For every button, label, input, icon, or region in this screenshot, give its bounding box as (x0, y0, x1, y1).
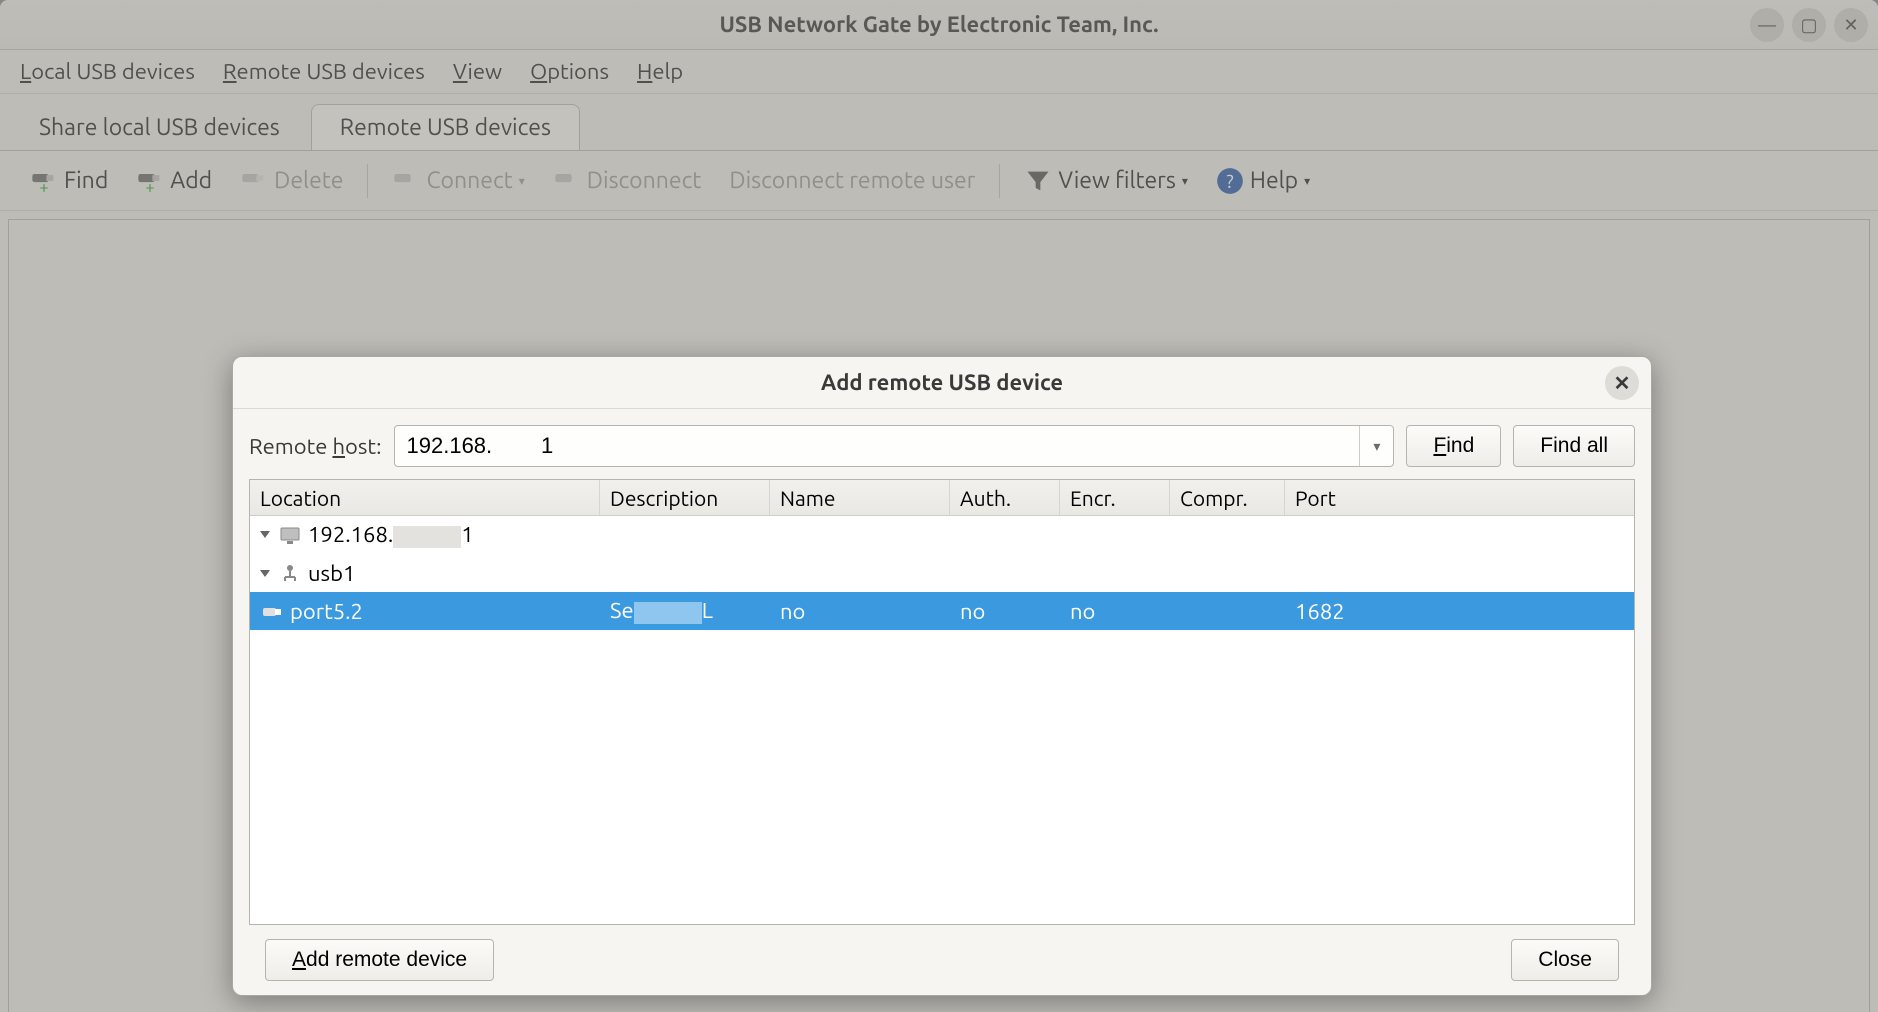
add-remote-device-button[interactable]: Add remote device (265, 939, 494, 981)
bus-label: usb1 (308, 561, 355, 586)
usb-device-icon (260, 600, 284, 622)
tree-body: 192.168.1 usb1 port5.2 SeL (250, 516, 1634, 924)
find-button[interactable]: Find (1406, 425, 1501, 467)
dialog-close-button[interactable]: ✕ (1605, 366, 1639, 400)
redacted (634, 602, 702, 624)
tree-bus-row[interactable]: usb1 (250, 554, 1634, 592)
tree-device-row[interactable]: port5.2 SeL no no no 1682 (250, 592, 1634, 630)
expander-icon[interactable] (260, 531, 270, 538)
dialog-title: Add remote USB device (821, 370, 1063, 395)
device-tree: Location Description Name Auth. Encr. Co… (249, 479, 1635, 925)
col-auth[interactable]: Auth. (950, 480, 1060, 515)
remote-host-label: Remote host: (249, 434, 382, 459)
redacted (393, 526, 461, 548)
dialog-footer: Add remote device Close (249, 925, 1635, 995)
device-auth: no (950, 599, 1060, 624)
col-name[interactable]: Name (770, 480, 950, 515)
col-location[interactable]: Location (250, 480, 600, 515)
col-description[interactable]: Description (600, 480, 770, 515)
device-port: 1682 (1285, 599, 1634, 624)
expander-icon[interactable] (260, 570, 270, 577)
dialog-body: Remote host: ▾ Find Find all Location De… (233, 409, 1651, 995)
usb-hub-icon (278, 562, 302, 584)
device-location: port5.2 (290, 599, 363, 624)
dialog-titlebar: Add remote USB device ✕ (233, 357, 1651, 409)
tree-host-row[interactable]: 192.168.1 (250, 516, 1634, 554)
col-encr[interactable]: Encr. (1060, 480, 1170, 515)
device-name: no (770, 599, 950, 624)
add-remote-dialog: Add remote USB device ✕ Remote host: ▾ F… (232, 356, 1652, 996)
tree-header: Location Description Name Auth. Encr. Co… (250, 480, 1634, 516)
computer-icon (278, 524, 302, 546)
host-ip-label: 192.168.1 (308, 522, 474, 547)
dropdown-icon[interactable]: ▾ (1359, 426, 1393, 466)
col-compr[interactable]: Compr. (1170, 480, 1285, 515)
find-all-button[interactable]: Find all (1513, 425, 1635, 467)
col-port[interactable]: Port (1285, 480, 1634, 515)
device-description: SeL (600, 598, 770, 623)
device-encr: no (1060, 599, 1170, 624)
close-button[interactable]: Close (1511, 939, 1619, 981)
remote-host-combo[interactable]: ▾ (394, 425, 1395, 467)
remote-host-input[interactable] (395, 426, 1360, 466)
remote-host-row: Remote host: ▾ Find Find all (249, 425, 1635, 467)
